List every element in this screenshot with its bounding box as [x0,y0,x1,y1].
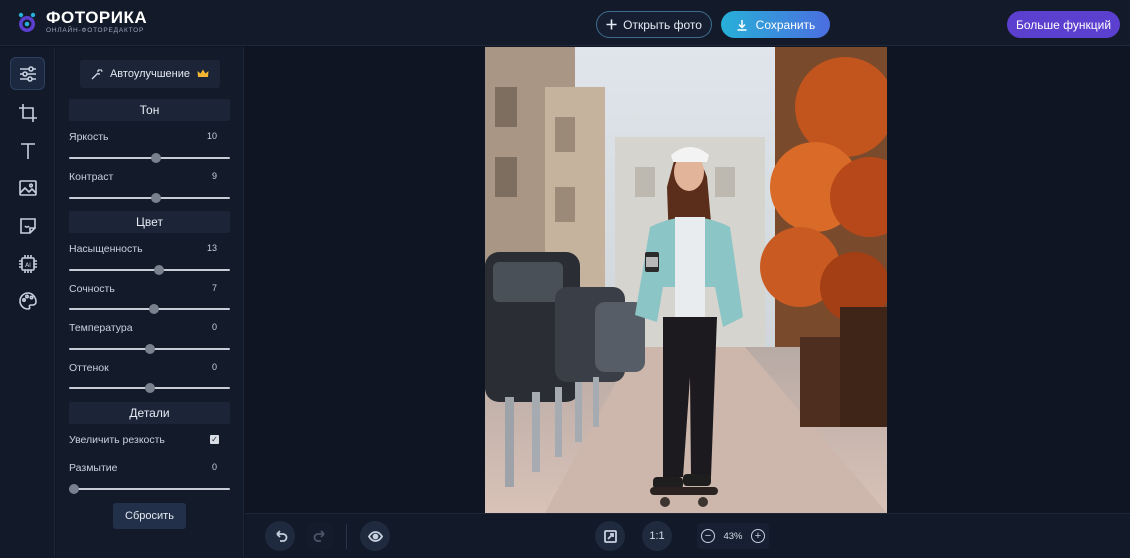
saturation-slider[interactable] [69,265,230,275]
section-color[interactable]: Цвет [69,211,230,233]
zoom-in-button[interactable]: + [750,529,765,543]
section-details[interactable]: Детали [69,402,230,424]
contrast-value: 9 [211,171,217,181]
save-button[interactable]: Сохранить [721,11,830,38]
reset-button[interactable]: Сбросить [113,503,186,529]
palette-icon [18,291,37,310]
slider-knob[interactable] [144,344,155,354]
tool-text[interactable] [10,134,45,167]
temperature-label: Температура [69,322,133,334]
toolbar-divider [346,524,347,549]
temperature-slider[interactable] [69,344,230,354]
fit-to-screen-button[interactable] [595,521,625,551]
slider-knob[interactable] [150,193,161,203]
preview-original-button[interactable] [360,521,390,551]
slider-knob[interactable] [150,153,161,163]
brightness-slider[interactable] [69,153,230,163]
slider-knob[interactable] [68,484,79,494]
tint-label: Оттенок [69,362,109,374]
bottom-toolbar: 1:1 − 43% + [245,513,1130,558]
blur-slider[interactable] [68,484,230,494]
undo-icon [275,529,287,542]
vibrance-label: Сочность [69,283,115,295]
contrast-slider[interactable] [69,193,230,203]
blur-label: Размытие [69,462,118,474]
crown-icon [197,69,209,77]
brightness-label: Яркость [69,131,109,143]
brightness-value: 10 [206,131,217,141]
vibrance-slider[interactable] [69,304,230,314]
redo-button[interactable] [305,521,335,551]
actual-size-button[interactable]: 1:1 [642,521,672,551]
vibrance-value: 7 [211,283,217,293]
tool-image[interactable] [10,171,45,204]
tool-sticker[interactable] [10,209,45,242]
tool-ai[interactable]: AI [10,247,45,280]
sticker-icon [19,217,36,234]
text-icon [20,142,35,159]
saturation-label: Насыщенность [69,243,143,255]
more-features-label: Больше функций [1015,17,1112,32]
slider-knob[interactable] [154,265,165,275]
open-photo-label: Открыть фото [623,17,702,32]
header: ФОТОРИКА ОНЛАЙН-ФОТОРЕДАКТОР Открыть фот… [0,0,1130,46]
saturation-value: 13 [206,243,217,253]
expand-icon [603,529,617,543]
redo-icon [313,529,325,542]
photo-preview[interactable] [485,47,887,513]
sliders-icon [19,65,36,82]
photo-image [485,47,887,513]
blur-value: 0 [211,462,217,472]
eye-icon [367,530,383,542]
temperature-value: 0 [211,322,217,332]
tint-slider[interactable] [69,383,230,393]
minus-icon: − [704,529,712,542]
magic-wand-icon [91,69,103,80]
adjustments-panel: Автоулучшение Тон Яркость 10 Контраст 9 … [56,47,244,558]
section-tone[interactable]: Тон [69,99,230,121]
plus-icon [606,19,617,30]
zoom-out-button[interactable]: − [701,529,715,543]
contrast-label: Контраст [69,171,114,183]
brand-title: ФОТОРИКА [46,8,148,27]
auto-enhance-button[interactable]: Автоулучшение [80,60,220,88]
editor-canvas [245,47,1130,513]
brand-subtitle: ОНЛАЙН-ФОТОРЕДАКТОР [46,27,145,34]
download-icon [737,19,747,31]
image-icon [18,179,37,196]
undo-button[interactable] [265,521,295,551]
open-photo-button[interactable]: Открыть фото [596,11,712,38]
sharpen-checkbox[interactable]: ✓ [210,435,219,444]
sharpen-label: Увеличить резкость [69,434,165,446]
zoom-control: − 43% + [697,523,769,549]
slider-knob[interactable] [149,304,160,314]
svg-text:AI: AI [25,262,31,269]
tool-adjustments[interactable] [10,57,45,90]
auto-enhance-label: Автоулучшение [109,68,191,80]
save-label: Сохранить [755,17,816,32]
actual-size-label: 1:1 [649,530,665,542]
zoom-level: 43% [723,530,743,542]
logo[interactable]: ФОТОРИКА ОНЛАЙН-ФОТОРЕДАКТОР [16,9,147,35]
more-features-button[interactable]: Больше функций [1007,11,1120,38]
tool-rail: AI [0,47,55,558]
tool-crop[interactable] [10,96,45,129]
logo-icon [18,12,36,32]
ai-chip-icon: AI [18,254,37,273]
tint-value: 0 [211,362,217,372]
slider-knob[interactable] [144,383,155,393]
crop-icon [18,103,37,122]
tool-effects[interactable] [10,284,45,317]
plus-icon: + [754,529,762,542]
